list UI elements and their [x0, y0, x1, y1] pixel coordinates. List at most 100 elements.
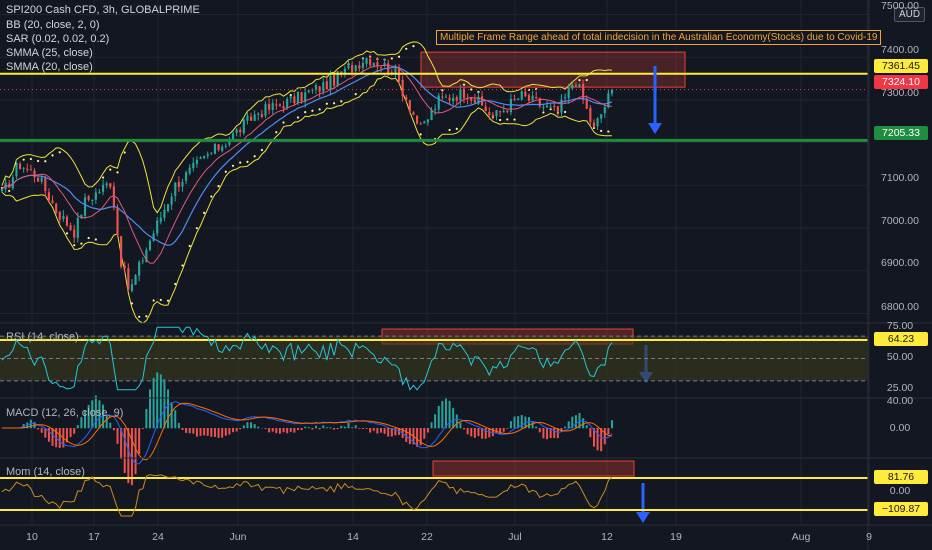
macd-histogram-bar — [112, 428, 115, 431]
macd-histogram-bar — [466, 428, 469, 435]
candle-body — [134, 275, 137, 285]
mom-high-tag[interactable]: 81.76 — [874, 470, 928, 484]
candle-body — [506, 110, 509, 112]
macd-histogram-bar — [264, 428, 267, 429]
candle-body — [589, 107, 592, 123]
rsi-tick-label: 50.00 — [886, 351, 914, 363]
macd-histogram-bar — [138, 428, 141, 454]
candle-body — [351, 65, 354, 73]
legend-bb[interactable]: BB (20, close, 2, 0) — [6, 19, 100, 31]
candle-body — [264, 104, 267, 116]
macd-histogram-bar — [242, 425, 245, 429]
macd-histogram-bar — [307, 427, 310, 429]
candle-body — [437, 95, 440, 110]
candle-body — [249, 116, 253, 121]
candle-body — [239, 129, 242, 133]
mom-low-tag[interactable]: −109.87 — [874, 502, 928, 516]
candle-body — [253, 114, 256, 121]
candle-body — [412, 112, 415, 115]
candle-body — [488, 112, 491, 116]
macd-histogram-bar — [195, 428, 198, 437]
sar-dot — [101, 176, 105, 179]
macd-histogram-bar — [278, 428, 281, 434]
candle-body — [163, 209, 166, 218]
candle-body — [120, 236, 123, 267]
candle-body — [416, 115, 419, 124]
candle-body — [545, 105, 549, 108]
candle-body — [156, 220, 159, 234]
candle-body — [44, 177, 47, 192]
x-tick-label: 10 — [26, 531, 38, 543]
sar-dot — [390, 57, 393, 60]
macd-histogram-bar — [40, 428, 43, 433]
macd-histogram-bar — [217, 428, 220, 438]
candle-body — [185, 172, 188, 181]
candle-body — [116, 207, 119, 236]
candle-body — [286, 99, 289, 109]
range-annotation: Multiple Frame Range ahead of total inde… — [436, 30, 882, 45]
macd-histogram-bar — [109, 422, 112, 429]
macd-histogram-bar — [611, 420, 613, 429]
macd-histogram-bar — [271, 428, 274, 432]
macd-histogram-bar — [423, 428, 426, 439]
macd-histogram-bar — [181, 428, 184, 430]
sar-dot — [195, 227, 199, 230]
candle-body — [282, 106, 285, 109]
rsi-value-tag[interactable]: 64.23 — [874, 332, 928, 346]
sar-dot — [340, 100, 343, 103]
candle-body — [535, 96, 538, 99]
macd-histogram-bar — [369, 428, 372, 433]
resistance-price-tag[interactable]: 7361.45 — [874, 59, 928, 73]
macd-histogram-bar — [246, 422, 249, 429]
macd-histogram-bar — [506, 428, 509, 429]
macd-histogram-bar — [329, 427, 332, 429]
legend-smma25[interactable]: SMMA (25, close) — [6, 47, 93, 59]
macd-histogram-bar — [343, 426, 346, 429]
candle-body — [379, 67, 383, 69]
candle-body — [448, 97, 451, 101]
macd-histogram-bar — [315, 425, 318, 429]
sar-dot — [246, 160, 249, 164]
macd-histogram-bar — [116, 428, 119, 444]
macd-histogram-bar — [553, 428, 556, 439]
macd-histogram-bar — [322, 425, 325, 429]
candle-body — [148, 240, 152, 251]
legend-smma20[interactable]: SMMA (20, close) — [6, 61, 93, 73]
chart-canvas[interactable] — [0, 0, 932, 550]
macd-histogram-bar — [527, 417, 530, 429]
macd-histogram-bar — [564, 426, 567, 429]
mom-title: Mom (14, close) — [6, 466, 85, 478]
candle-body — [246, 115, 249, 121]
candle-body — [188, 167, 191, 174]
last-price-tag[interactable]: 7324.10 — [874, 75, 928, 89]
candle-body — [210, 152, 213, 154]
macd-histogram-bar — [354, 425, 357, 429]
rsi-tick-label: 25.00 — [886, 382, 914, 394]
candle-body — [517, 98, 520, 100]
x-tick-label: 22 — [421, 531, 433, 543]
macd-histogram-bar — [325, 427, 328, 429]
macd-histogram-bar — [426, 428, 429, 433]
macd-histogram-bar — [333, 428, 336, 430]
candle-body — [203, 155, 206, 158]
sar-dot — [239, 161, 242, 164]
candle-body — [513, 99, 516, 101]
macd-histogram-bar — [463, 428, 466, 430]
sar-dot — [325, 102, 328, 105]
forecast-arrows — [636, 66, 662, 523]
macd-histogram-bar — [546, 428, 549, 440]
sar-dot — [412, 45, 415, 48]
candle-body — [69, 225, 72, 230]
support-price-tag[interactable]: 7205.33 — [874, 126, 928, 140]
macd-histogram-bar — [441, 400, 444, 429]
candle-body — [101, 184, 105, 192]
sar-dot — [188, 244, 191, 248]
sar-dot — [22, 158, 25, 161]
sar-dot — [203, 211, 206, 214]
legend-sar[interactable]: SAR (0.02, 0.02, 0.2) — [6, 33, 109, 45]
x-tick-label: Jul — [508, 531, 522, 543]
macd-histogram-bar — [459, 422, 462, 429]
sar-dot — [152, 299, 155, 302]
macd-histogram-bar — [235, 428, 238, 432]
candle-body — [87, 196, 90, 200]
